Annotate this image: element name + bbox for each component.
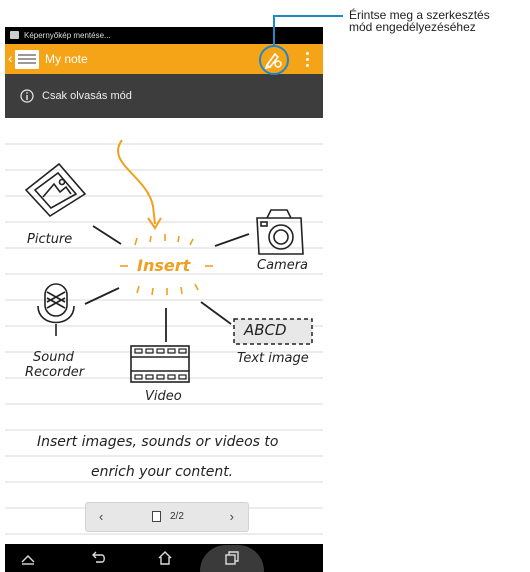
page-navigator: ‹ 2/2 › [85, 502, 249, 532]
sound-label-line1: Sound [33, 350, 74, 365]
page-icon [152, 511, 161, 522]
text-image-label: Text image [237, 351, 309, 366]
navigation-bar [5, 544, 323, 572]
microphone-icon [37, 283, 75, 336]
caption-line2: enrich your content. [91, 464, 234, 480]
recent-apps-icon[interactable] [224, 550, 240, 566]
caption-line1: Insert images, sounds or videos to [37, 434, 279, 450]
previous-page-button[interactable]: ‹ [99, 509, 103, 524]
callout-line2: mód engedélyezéséhez [349, 20, 476, 34]
note-page: Insert Picture Camera Sound Recorder Vid… [5, 118, 323, 544]
read-only-mode-bar: Csak olvasás mód [5, 74, 323, 118]
recent-collapse-icon[interactable] [20, 550, 36, 566]
film-icon [130, 345, 190, 383]
video-label: Video [145, 389, 182, 404]
home-icon[interactable] [157, 550, 173, 566]
edit-highlight-circle [259, 45, 289, 75]
text-image-sample: ABCD [244, 321, 287, 339]
info-icon [20, 89, 34, 103]
phone-screen: Képernyőkép mentése... ‹ My note Csak ol… [5, 27, 323, 572]
back-icon[interactable] [90, 550, 106, 566]
camera-label: Camera [257, 258, 309, 273]
sound-label-line2: Recorder [25, 365, 85, 380]
callout-text: Érintse meg a szerkesztés mód engedélyez… [349, 9, 529, 33]
picture-icon [24, 162, 87, 218]
insert-label: Insert [137, 256, 191, 275]
read-only-mode-label: Csak olvasás mód [42, 90, 132, 102]
page-indicator: 2/2 [170, 511, 184, 522]
next-page-button[interactable]: › [230, 509, 234, 524]
camera-icon [256, 209, 304, 255]
picture-label: Picture [27, 232, 73, 247]
insert-arrow [117, 139, 156, 225]
